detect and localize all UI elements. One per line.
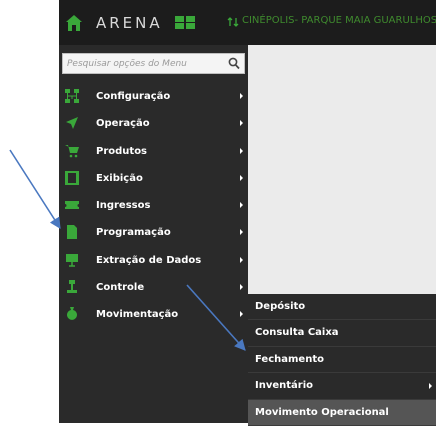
search-icon[interactable] xyxy=(228,57,240,70)
brand-name: ARENA xyxy=(96,14,163,32)
menu-item-label: Exibição xyxy=(96,172,143,184)
top-bar: ARENA CINÉPOLIS- PARQUE MAIA GUARULHOS xyxy=(59,0,436,45)
chevron-right-icon xyxy=(240,311,243,318)
submenu-item-deposito[interactable]: Depósito xyxy=(248,294,436,321)
menu-item-label: Programação xyxy=(96,227,171,239)
menu-search-input[interactable] xyxy=(67,56,217,71)
send-icon xyxy=(66,117,78,130)
menu-item-controle[interactable]: Controle xyxy=(59,275,248,302)
chevron-right-icon xyxy=(240,147,243,154)
menu-item-produtos[interactable]: Produtos xyxy=(59,139,248,166)
submenu-item-label: Inventário xyxy=(255,380,314,392)
submenu-item-label: Consulta Caixa xyxy=(255,327,339,339)
movimentacao-submenu: Depósito Consulta Caixa Fechamento Inven… xyxy=(248,294,436,426)
menu-item-operacao[interactable]: Operação xyxy=(59,111,248,138)
submenu-item-consulta-caixa[interactable]: Consulta Caixa xyxy=(248,320,436,347)
submenu-item-fechamento[interactable]: Fechamento xyxy=(248,347,436,374)
gavel-icon xyxy=(67,280,77,294)
menu-item-programacao[interactable]: Programação xyxy=(59,220,248,247)
film-icon xyxy=(65,170,79,185)
submenu-item-inventario[interactable]: Inventário xyxy=(248,373,436,400)
chart-icon xyxy=(66,253,78,267)
ticket-icon xyxy=(65,201,79,210)
file-icon xyxy=(67,225,77,240)
logo-badge-icon xyxy=(175,16,195,29)
chevron-right-icon xyxy=(240,93,243,99)
menu-item-movimentacao[interactable]: Movimentação xyxy=(59,302,248,329)
home-icon[interactable] xyxy=(63,12,85,34)
arena-logo[interactable]: ARENA xyxy=(96,13,196,33)
submenu-item-movimento-operacional[interactable]: Movimento Operacional xyxy=(248,399,436,426)
menu-item-label: Operação xyxy=(96,118,150,130)
chevron-right-icon xyxy=(240,120,243,127)
cart-icon xyxy=(65,144,79,157)
chevron-right-icon xyxy=(240,229,243,236)
location-switch-icon[interactable] xyxy=(227,16,239,28)
submenu-item-label: Depósito xyxy=(255,301,306,312)
main-menu: Configuração Operação Produtos Exibição … xyxy=(59,84,248,330)
chevron-right-icon xyxy=(429,383,432,390)
menu-item-label: Produtos xyxy=(96,145,148,157)
menu-item-label: Controle xyxy=(96,282,145,294)
menu-item-ingressos[interactable]: Ingressos xyxy=(59,193,248,220)
menu-item-configuracao[interactable]: Configuração xyxy=(59,84,248,111)
menu-item-label: Ingressos xyxy=(96,200,151,212)
chevron-right-icon xyxy=(240,284,243,291)
submenu-item-label: Fechamento xyxy=(255,353,324,365)
menu-search-box xyxy=(62,53,245,74)
submenu-item-label: Movimento Operacional xyxy=(255,406,389,418)
chevron-right-icon xyxy=(240,256,243,263)
sitemap-icon xyxy=(65,89,79,103)
chevron-right-icon xyxy=(240,174,243,181)
menu-item-exibicao[interactable]: Exibição xyxy=(59,166,248,193)
money-bag-icon xyxy=(67,307,77,321)
menu-item-label: Configuração xyxy=(96,91,171,102)
menu-item-label: Extração de Dados xyxy=(96,254,202,266)
annotation-arrow-programacao xyxy=(9,149,61,229)
menu-item-extracao-de-dados[interactable]: Extração de Dados xyxy=(59,248,248,275)
sidebar-menu: Configuração Operação Produtos xyxy=(59,45,248,423)
location-label[interactable]: CINÉPOLIS- PARQUE MAIA GUARULHOS xyxy=(242,15,436,26)
chevron-right-icon xyxy=(240,202,243,209)
menu-item-label: Movimentação xyxy=(96,309,179,321)
app-window: ARENA CINÉPOLIS- PARQUE MAIA GUARULHOS P… xyxy=(59,0,436,426)
